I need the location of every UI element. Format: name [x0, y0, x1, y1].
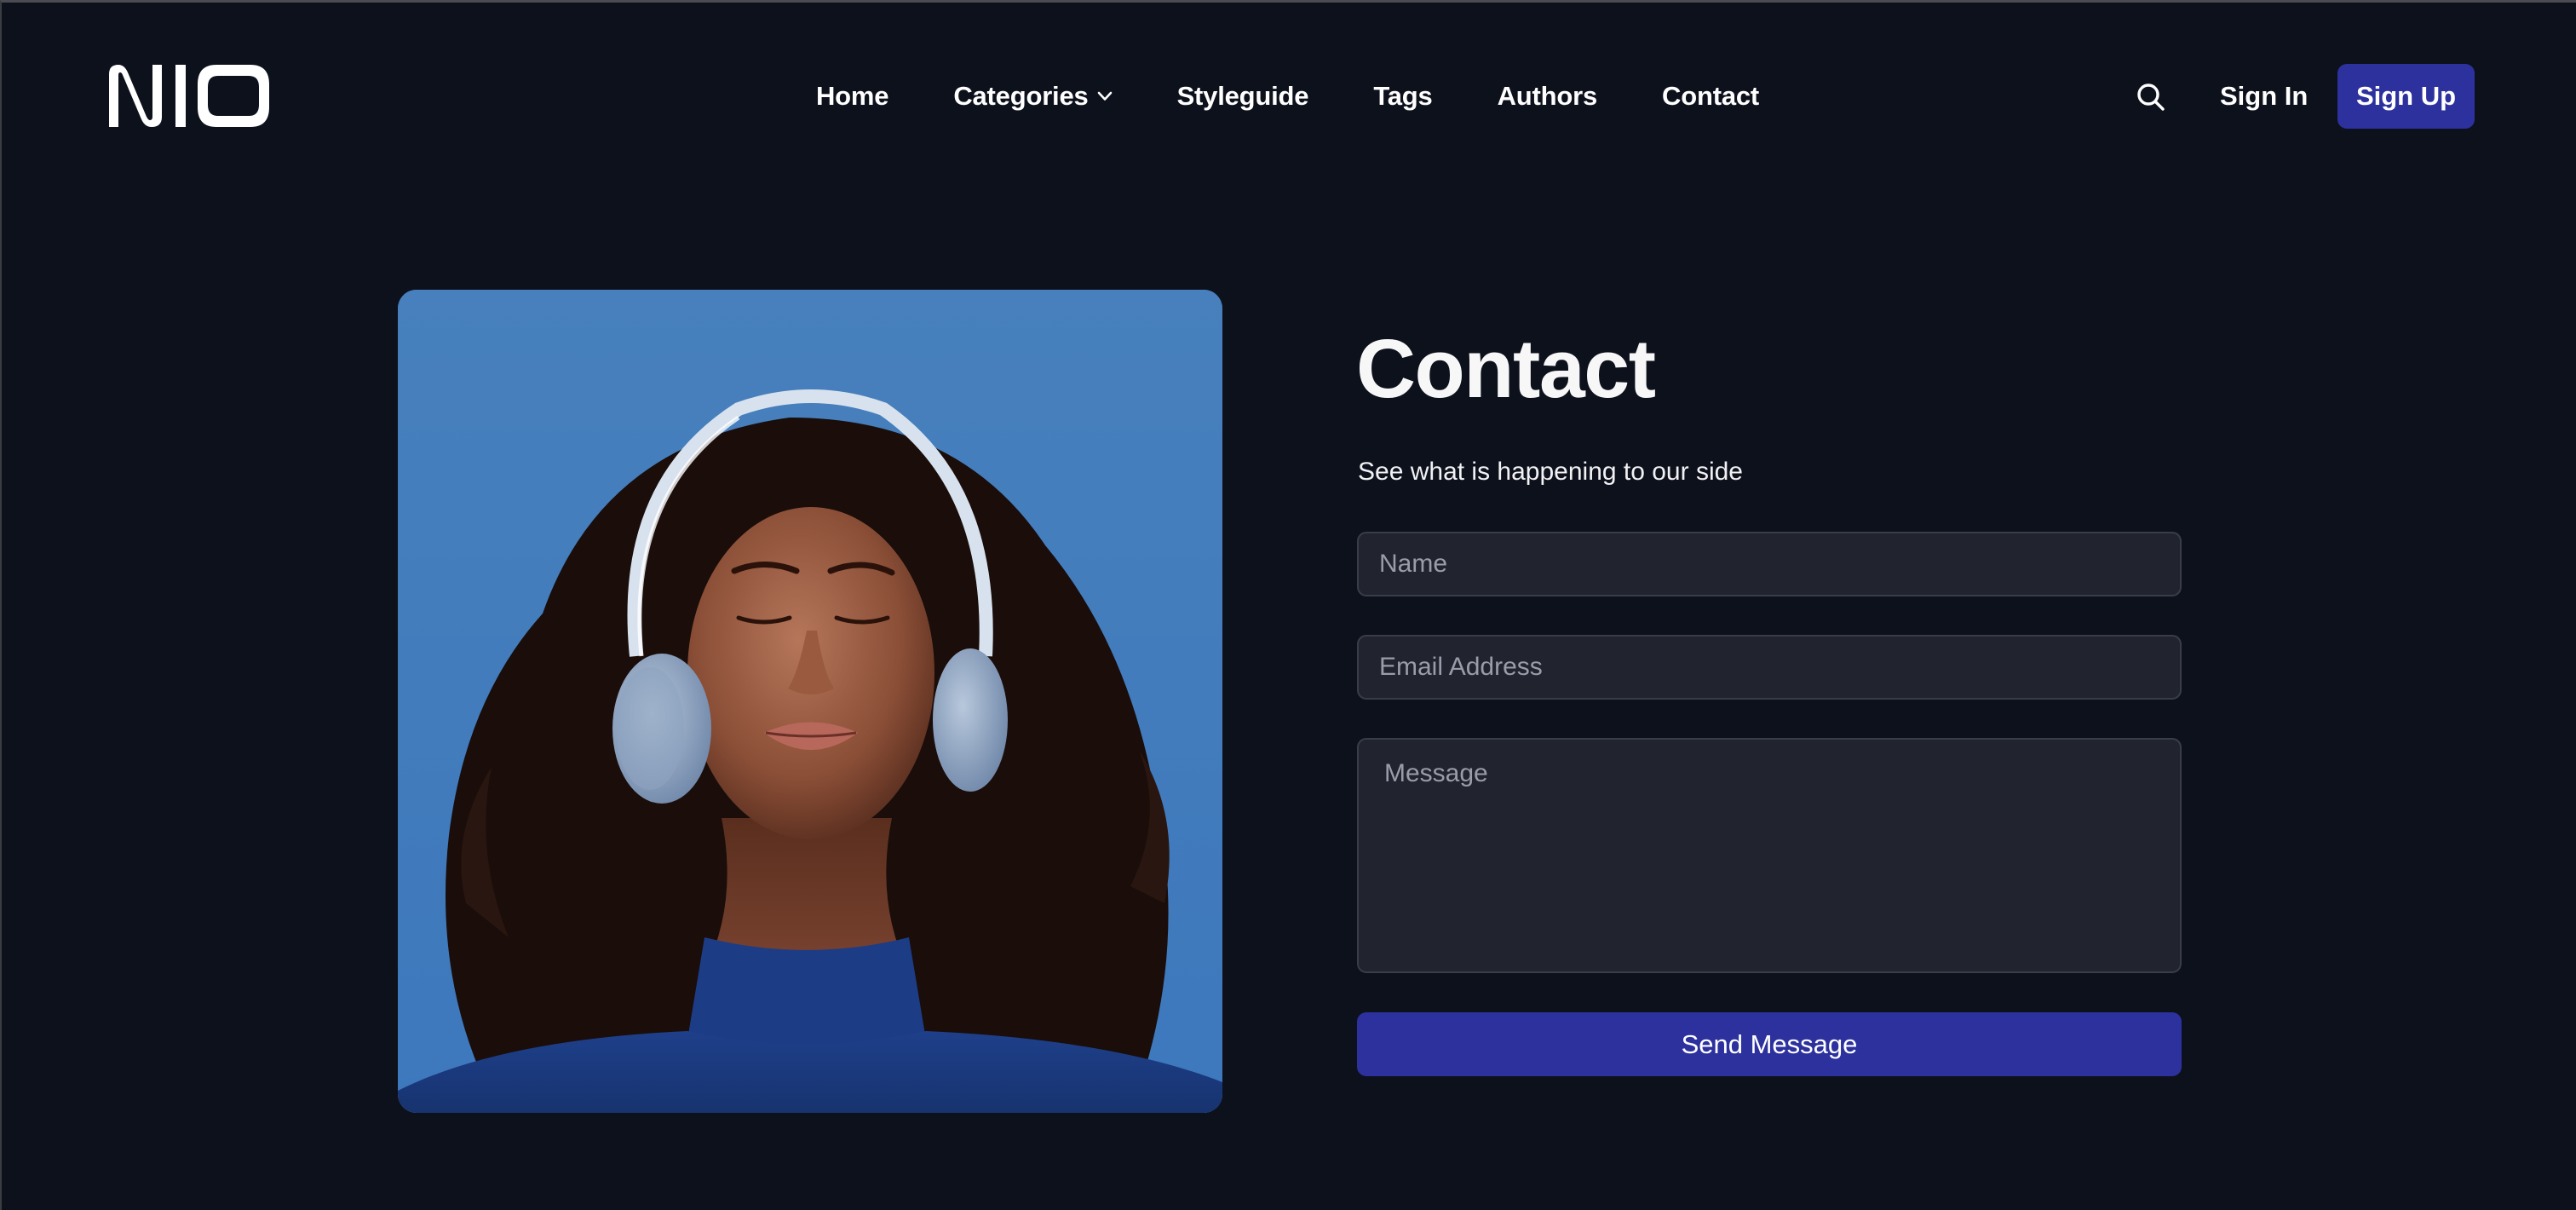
nav-item-contact[interactable]: Contact	[1662, 81, 1759, 112]
chevron-down-icon	[1097, 91, 1112, 101]
nav-item-label: Tags	[1373, 81, 1433, 111]
sign-in-link[interactable]: Sign In	[2220, 78, 2308, 115]
nav-item-authors[interactable]: Authors	[1497, 81, 1598, 112]
site-logo[interactable]	[104, 62, 274, 129]
nav-item-categories[interactable]: Categories	[953, 81, 1112, 112]
woman-with-headphones-illustration	[398, 290, 1222, 1113]
nio-logo-icon	[109, 65, 269, 127]
sign-up-button[interactable]: Sign Up	[2337, 64, 2475, 129]
message-textarea[interactable]	[1357, 738, 2182, 973]
hero-image	[398, 290, 1222, 1113]
main-nav: Home Categories Styleguide Tags Authors …	[816, 78, 1759, 115]
nav-item-label: Home	[816, 81, 889, 111]
nav-item-tags[interactable]: Tags	[1373, 81, 1432, 112]
nav-item-styleguide[interactable]: Styleguide	[1177, 81, 1309, 112]
nav-item-label: Styleguide	[1176, 81, 1309, 111]
name-input[interactable]	[1357, 532, 2182, 596]
send-message-button[interactable]: Send Message	[1357, 1012, 2182, 1076]
search-icon	[2137, 84, 2165, 111]
nav-item-label: Authors	[1497, 81, 1598, 111]
page-subtitle: See what is happening to our side	[1358, 458, 1743, 486]
page-title: Contact	[1356, 322, 1656, 415]
email-input[interactable]	[1357, 635, 2182, 700]
nav-item-label: Categories	[953, 81, 1089, 111]
search-button[interactable]	[2135, 81, 2167, 113]
nav-item-home[interactable]: Home	[816, 81, 889, 112]
nav-item-label: Contact	[1662, 81, 1760, 111]
